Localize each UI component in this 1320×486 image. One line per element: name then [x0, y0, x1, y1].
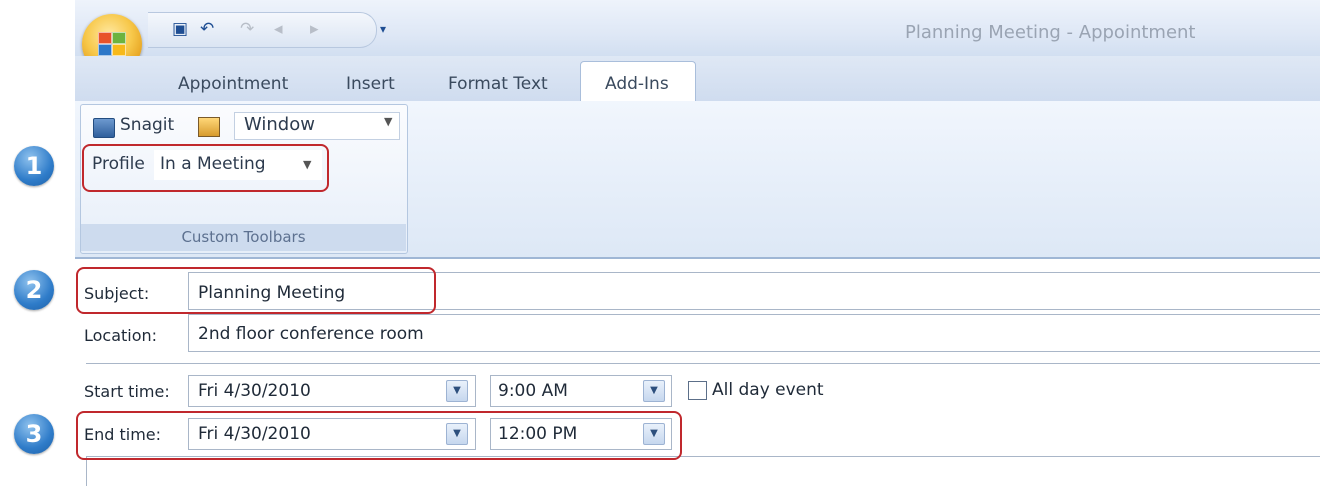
chevron-down-icon[interactable]: ▼ [446, 380, 468, 402]
snagit-icon[interactable] [93, 118, 115, 138]
tab-insert[interactable]: Insert [346, 74, 395, 94]
office-logo-icon [98, 32, 126, 56]
location-value: 2nd floor conference room [198, 324, 424, 344]
start-time-label: Start time: [84, 382, 170, 401]
form-divider [86, 363, 1320, 364]
tab-appointment[interactable]: Appointment [178, 74, 288, 94]
callout-badge-2: 2 [14, 270, 54, 310]
snagit-button-label[interactable]: Snagit [120, 115, 174, 135]
window-title: Planning Meeting - Appointment [905, 22, 1196, 43]
callout-box-profile [82, 144, 329, 192]
callout-box-subject [76, 267, 436, 314]
all-day-label[interactable]: All day event [712, 380, 824, 400]
next-item-icon[interactable]: ▸ [310, 19, 319, 39]
all-day-checkbox[interactable] [688, 381, 707, 400]
callout-box-end-time [76, 411, 682, 460]
capture-icon[interactable] [198, 117, 220, 137]
customize-qat-icon[interactable]: ▾ [380, 19, 386, 39]
callout-badge-3: 3 [14, 414, 54, 454]
location-label: Location: [84, 326, 158, 345]
save-icon[interactable]: ▣ [172, 19, 188, 39]
tab-format-text[interactable]: Format Text [448, 74, 548, 94]
callout-badge-1: 1 [14, 146, 54, 186]
previous-item-icon[interactable]: ◂ [274, 19, 283, 39]
start-date-value: Fri 4/30/2010 [198, 381, 311, 401]
chevron-down-icon[interactable]: ▼ [384, 115, 392, 128]
tab-add-ins[interactable]: Add-Ins [605, 74, 669, 94]
chevron-down-icon[interactable]: ▼ [643, 380, 665, 402]
undo-icon[interactable]: ↶ [200, 19, 214, 39]
group-caption: Custom Toolbars [81, 224, 406, 251]
notes-body[interactable] [86, 456, 1320, 486]
start-time-value: 9:00 AM [498, 381, 568, 401]
quick-access-toolbar: ▣ ↶ ↷ ◂ ▸ ▾ [148, 12, 386, 48]
redo-icon[interactable]: ↷ [240, 19, 254, 39]
capture-mode-value: Window [244, 114, 315, 135]
